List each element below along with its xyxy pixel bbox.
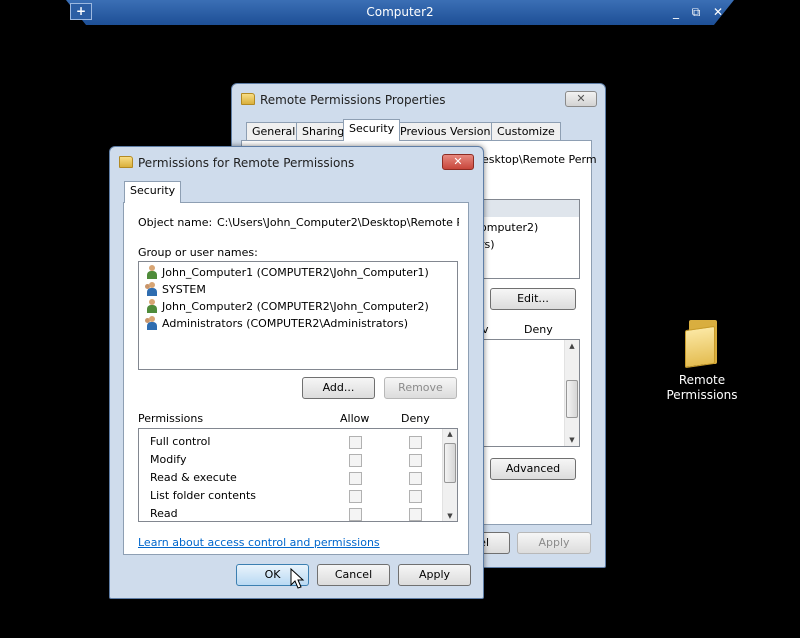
pin-icon[interactable]: + [70, 3, 92, 20]
tab-general[interactable]: General [246, 122, 302, 141]
session-title: Computer2 [366, 5, 434, 19]
properties-apply-button: Apply [517, 532, 591, 554]
folder-icon [241, 93, 255, 105]
deny-checkbox [409, 490, 422, 503]
permissions-titlebar[interactable]: Permissions for Remote Permissions ✕ [110, 147, 483, 177]
permissions-list: Full control Modify Read & execute List … [138, 428, 458, 522]
scroll-down-icon[interactable]: ▼ [565, 436, 579, 444]
group-icon [145, 282, 159, 296]
minimize-icon[interactable]: _ [668, 4, 684, 20]
user-name: John_Computer1 (COMPUTER2\John_Computer1… [162, 266, 429, 279]
tab-security[interactable]: Security [124, 181, 182, 203]
permission-list-fragment: ▲ ▼ [472, 339, 580, 447]
restore-icon[interactable]: ⧉ [688, 4, 704, 20]
allow-checkbox [349, 490, 362, 503]
scrollbar[interactable]: ▲ ▼ [564, 340, 579, 446]
scroll-up-icon[interactable]: ▲ [565, 342, 579, 350]
group-list-fragment: omputer2) rs) [472, 199, 580, 279]
scroll-down-icon[interactable]: ▼ [443, 512, 457, 520]
scroll-up-icon[interactable]: ▲ [443, 430, 457, 438]
deny-checkbox [409, 508, 422, 521]
add-button[interactable]: Add... [302, 377, 375, 399]
learn-access-control-link[interactable]: Learn about access control and permissio… [138, 536, 380, 549]
folder-icon [685, 320, 719, 369]
permissions-panel: Object name: C:\Users\John_Computer2\Des… [123, 202, 469, 555]
object-name-clip: C:\Users\John_Computer2\Desktop\Remote P… [217, 216, 459, 230]
group-user-list[interactable]: John_Computer1 (COMPUTER2\John_Computer1… [138, 261, 458, 370]
deny-checkbox [409, 472, 422, 485]
deny-checkbox [409, 454, 422, 467]
object-name-value: C:\Users\John_Computer2\Desktop\Remote P… [217, 216, 459, 229]
remote-session-bar: Computer2 [66, 0, 734, 25]
mouse-cursor-icon [290, 568, 305, 589]
group-label: Group or user names: [138, 246, 258, 259]
apply-button[interactable]: Apply [398, 564, 471, 586]
permissions-header: Permissions [138, 412, 204, 425]
deny-checkbox [409, 436, 422, 449]
deny-header: Deny [401, 412, 430, 425]
properties-title: Remote Permissions Properties [260, 93, 446, 107]
group-fragment-1: omputer2) [480, 221, 539, 234]
remove-button: Remove [384, 377, 457, 399]
allow-checkbox [349, 472, 362, 485]
folder-icon [119, 156, 133, 168]
tab-customize[interactable]: Customize [491, 122, 561, 141]
close-session-icon[interactable]: ✕ [710, 4, 726, 20]
advanced-button[interactable]: Advanced [490, 458, 576, 480]
group-icon [145, 316, 159, 330]
allow-checkbox [349, 454, 362, 467]
list-item[interactable]: SYSTEM [145, 281, 206, 298]
permissions-scrollbar[interactable]: ▲ ▼ [442, 429, 457, 521]
permission-row: Full control [150, 435, 211, 448]
permission-row: Modify [150, 453, 187, 466]
permission-row: Read [150, 507, 178, 520]
desktop-folder-remote-permissions[interactable]: Remote Permissions [664, 320, 740, 403]
edit-button[interactable]: Edit... [490, 288, 576, 310]
desktop-folder-label: Remote Permissions [666, 373, 738, 402]
user-icon [145, 299, 159, 313]
object-name-label: Object name: [138, 216, 213, 229]
object-path-fragment: esktop\Remote Perm [482, 153, 597, 166]
permission-row: List folder contents [150, 489, 256, 502]
permissions-close-button[interactable]: ✕ [442, 154, 474, 170]
list-item[interactable]: John_Computer1 (COMPUTER2\John_Computer1… [145, 264, 429, 281]
list-item[interactable]: Administrators (COMPUTER2\Administrators… [145, 315, 408, 332]
scroll-thumb[interactable] [444, 443, 456, 483]
user-name: Administrators (COMPUTER2\Administrators… [162, 317, 409, 330]
user-icon [145, 265, 159, 279]
cancel-button[interactable]: Cancel [317, 564, 390, 586]
user-name: John_Computer2 (COMPUTER2\John_Computer2… [162, 300, 429, 313]
properties-close-button[interactable]: ✕ [565, 91, 597, 107]
selected-row [472, 200, 579, 217]
tab-previous-versions[interactable]: Previous Versions [394, 122, 503, 141]
tab-security[interactable]: Security [343, 119, 401, 141]
allow-checkbox [349, 436, 362, 449]
deny-header: Deny [524, 323, 553, 336]
allow-checkbox [349, 508, 362, 521]
permissions-dialog: Permissions for Remote Permissions ✕ Sec… [109, 146, 484, 599]
list-item[interactable]: John_Computer2 (COMPUTER2\John_Computer2… [145, 298, 429, 315]
permissions-title: Permissions for Remote Permissions [138, 156, 355, 170]
properties-titlebar[interactable]: Remote Permissions Properties ✕ [232, 84, 605, 114]
permission-row: Read & execute [150, 471, 237, 484]
scroll-thumb[interactable] [566, 380, 578, 418]
allow-header: Allow [340, 412, 370, 425]
user-name: SYSTEM [162, 283, 206, 296]
